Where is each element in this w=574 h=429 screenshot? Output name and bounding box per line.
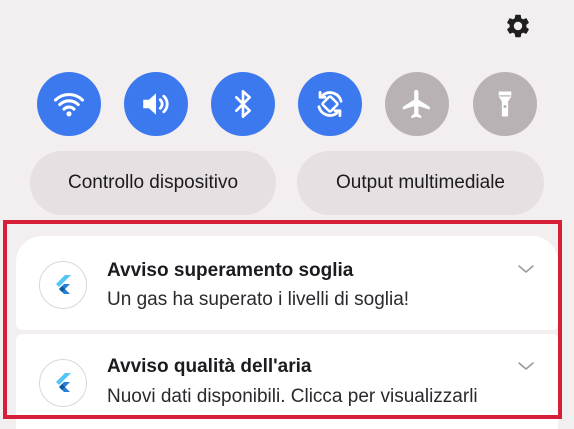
bluetooth-toggle[interactable] [211, 72, 275, 136]
notification-card[interactable]: Avviso qualità dell'aria Nuovi dati disp… [16, 334, 558, 429]
wifi-icon [53, 93, 85, 117]
auto-rotate-toggle[interactable] [298, 72, 362, 136]
chevron-down-icon[interactable] [516, 262, 536, 276]
notification-body: Un gas ha superato i livelli di soglia! [107, 289, 410, 310]
airplane-mode-toggle[interactable] [385, 72, 449, 136]
notification-title: Avviso qualità dell'aria [107, 356, 312, 377]
quick-settings-row [0, 72, 574, 136]
media-output-label: Output multimediale [336, 172, 505, 193]
flutter-icon [56, 275, 71, 294]
airplane-icon [402, 89, 430, 119]
flutter-icon [56, 373, 71, 392]
wifi-toggle[interactable] [37, 72, 101, 136]
notification-card[interactable]: Avviso superamento soglia Un gas ha supe… [16, 236, 558, 330]
notification-title: Avviso superamento soglia [107, 260, 354, 281]
media-output-button[interactable]: Output multimediale [297, 151, 544, 215]
sound-toggle[interactable] [124, 72, 188, 136]
flashlight-icon [498, 91, 512, 117]
device-control-button[interactable]: Controllo dispositivo [30, 151, 276, 215]
chevron-down-icon[interactable] [516, 359, 536, 373]
gear-icon [507, 14, 529, 38]
speaker-icon [143, 93, 169, 115]
notification-body: Nuovi dati disponibili. Clicca per visua… [107, 386, 478, 407]
settings-button[interactable] [503, 11, 533, 41]
app-icon [39, 359, 87, 407]
flashlight-toggle[interactable] [473, 72, 537, 136]
device-control-label: Controllo dispositivo [67, 172, 239, 193]
app-icon [39, 261, 87, 309]
rotate-icon [317, 90, 343, 118]
bluetooth-icon [235, 90, 251, 118]
